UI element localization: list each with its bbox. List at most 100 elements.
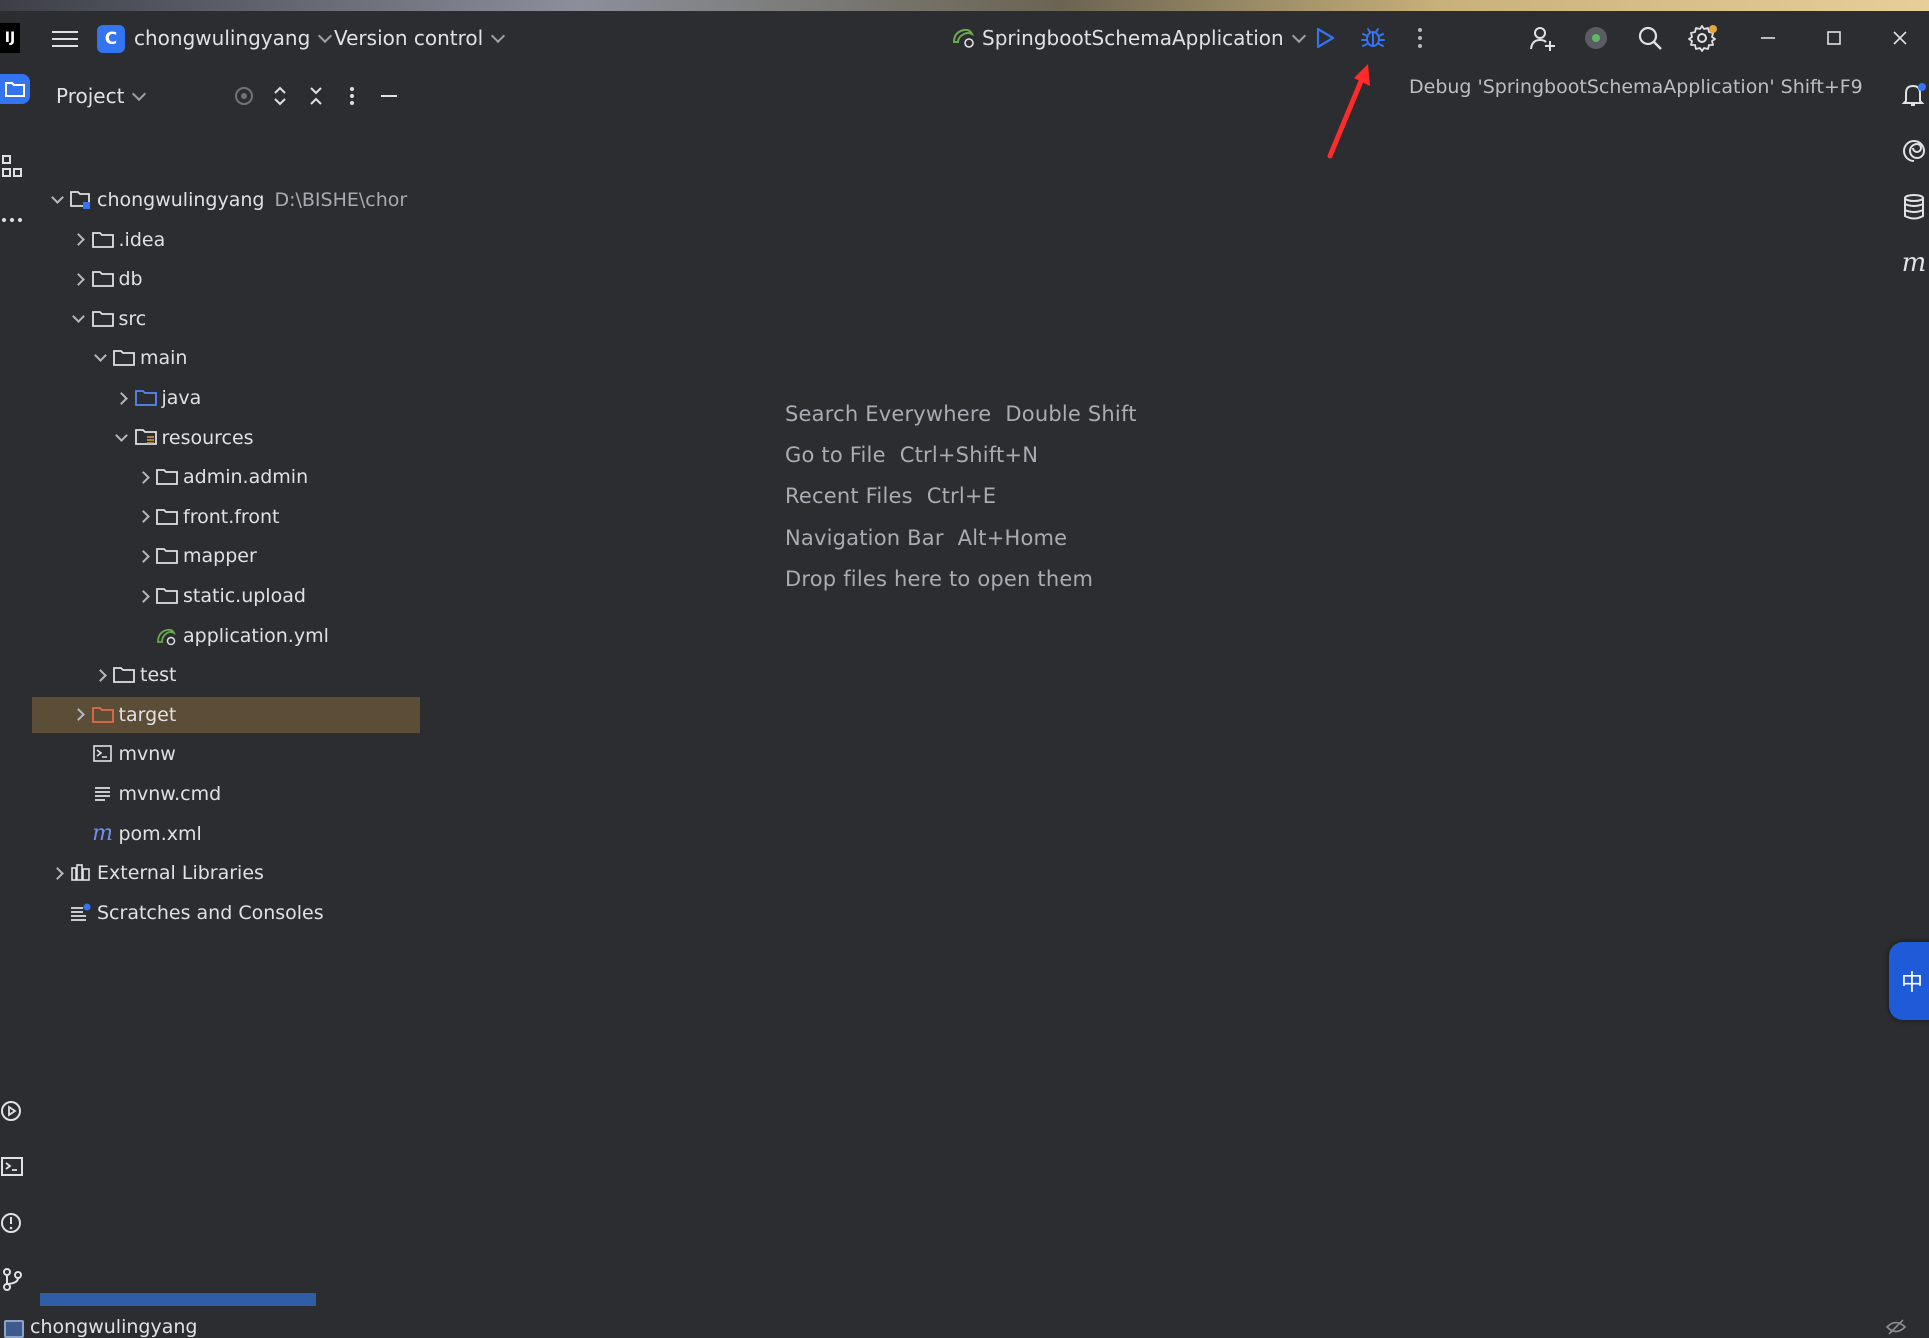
chevron-right-icon[interactable] xyxy=(50,866,64,880)
collapse-all-button[interactable] xyxy=(304,84,328,108)
chevron-right-icon[interactable] xyxy=(136,510,150,524)
tree-item-label: pom.xml xyxy=(118,822,202,845)
folder-icon xyxy=(156,546,178,566)
expand-all-icon xyxy=(274,86,286,106)
problems-icon xyxy=(1,1213,21,1233)
panel-options-button[interactable] xyxy=(342,84,362,108)
chevron-right-icon[interactable] xyxy=(93,668,107,682)
tree-row-resources[interactable]: resources xyxy=(32,420,421,456)
status-project-name[interactable]: chongwulingyang xyxy=(30,1316,197,1338)
tree-item-label: chongwulingyang xyxy=(97,189,265,211)
close-window-button[interactable] xyxy=(1887,25,1913,51)
chevron-right-icon[interactable] xyxy=(136,589,150,603)
eye-off-icon[interactable] xyxy=(1886,1318,1906,1336)
chevron-down-icon[interactable] xyxy=(50,193,64,207)
tree-row-mvnw-cmd[interactable]: mvnw.cmd xyxy=(32,776,421,812)
version-control-label: Version control xyxy=(334,26,484,50)
tree-row-src[interactable]: src xyxy=(32,301,421,337)
run-configuration-selector[interactable]: SpringbootSchemaApplication xyxy=(950,26,1306,50)
ai-chat-button[interactable] xyxy=(1899,136,1929,166)
right-tool-window-bar: m xyxy=(1885,66,1929,1338)
tree-row-db[interactable]: db xyxy=(32,261,421,297)
hide-panel-button[interactable] xyxy=(378,84,400,108)
tree-item-path: D:\BISHE\chor xyxy=(274,189,408,211)
structure-tool-button[interactable] xyxy=(0,152,26,182)
version-control-menu[interactable]: Version control xyxy=(334,26,506,50)
chevron-down-icon[interactable] xyxy=(93,351,107,365)
more-actions-button[interactable] xyxy=(1410,24,1430,52)
spring-boot-icon xyxy=(952,28,974,48)
settings-button[interactable] xyxy=(1687,22,1719,54)
tree-row-idea[interactable]: .idea xyxy=(32,222,421,258)
tree-row-target[interactable]: target xyxy=(32,696,420,733)
tree-row-main[interactable]: main xyxy=(32,340,421,376)
minimize-window-button[interactable] xyxy=(1755,25,1781,51)
main-menu-button[interactable] xyxy=(52,26,78,50)
search-everywhere-button[interactable] xyxy=(1635,23,1665,53)
text-file-icon xyxy=(92,784,114,804)
chevron-down-icon[interactable] xyxy=(115,431,129,445)
tree-item-label: target xyxy=(118,703,177,726)
chevron-right-icon[interactable] xyxy=(115,391,129,405)
tree-row-mapper[interactable]: mapper xyxy=(32,538,421,574)
tree-item-label: test xyxy=(140,664,177,687)
tree-row-test[interactable]: test xyxy=(32,657,421,693)
run-config-label: SpringbootSchemaApplication xyxy=(982,26,1284,50)
problems-tool-button[interactable] xyxy=(0,1208,26,1238)
gear-icon xyxy=(1688,25,1717,52)
project-badge-icon[interactable]: C xyxy=(97,25,125,53)
tree-row-front-front[interactable]: front.front xyxy=(32,499,421,535)
tree-item-label: mvnw.cmd xyxy=(118,783,222,805)
tree-item-label: main xyxy=(140,347,188,370)
project-view-selector[interactable]: Project xyxy=(56,84,147,108)
chevron-right-icon[interactable] xyxy=(72,233,86,247)
spiral-icon xyxy=(1903,140,1926,162)
tree-row-scratches-and-consoles[interactable]: Scratches and Consoles xyxy=(32,895,421,931)
tree-row-admin-admin[interactable]: admin.admin xyxy=(32,459,421,495)
tree-row-static-upload[interactable]: static.upload xyxy=(32,578,421,614)
more-vertical-icon xyxy=(1418,28,1422,48)
select-opened-file-button[interactable] xyxy=(232,84,256,108)
ai-assistant-button[interactable] xyxy=(1582,23,1612,53)
folder-icon xyxy=(156,507,178,527)
terminal-icon xyxy=(1,1157,23,1176)
folder-icon xyxy=(91,269,114,289)
chevron-right-icon[interactable] xyxy=(72,708,86,722)
minimize-icon xyxy=(1761,37,1775,39)
project-switcher[interactable]: chongwulingyang xyxy=(134,26,333,50)
ime-language-indicator[interactable]: 中 xyxy=(1889,942,1929,1020)
services-icon xyxy=(1,1101,21,1121)
chevron-right-icon[interactable] xyxy=(72,272,86,286)
hint-action: Navigation Bar xyxy=(785,526,944,550)
git-tool-button[interactable] xyxy=(0,1264,26,1294)
project-tool-button[interactable] xyxy=(0,74,30,104)
tree-row-pom-xml[interactable]: m pom.xml xyxy=(32,816,421,852)
folder-icon xyxy=(91,309,114,329)
chevron-right-icon[interactable] xyxy=(136,470,150,484)
more-tools-button[interactable] xyxy=(0,210,26,230)
spring-config-icon xyxy=(156,626,178,646)
chevron-right-icon[interactable] xyxy=(136,549,150,563)
run-button[interactable] xyxy=(1312,24,1338,52)
services-tool-button[interactable] xyxy=(0,1096,26,1126)
debug-button[interactable] xyxy=(1359,24,1387,52)
hint-shortcut: Double Shift xyxy=(1005,402,1137,426)
chevron-down-icon[interactable] xyxy=(72,312,86,326)
terminal-tool-button[interactable] xyxy=(0,1152,26,1182)
tree-item-label: resources xyxy=(161,426,254,449)
assistant-status-icon xyxy=(1585,27,1607,49)
editor-hint: Go to File Ctrl+Shift+N xyxy=(785,443,1038,467)
tree-row-chongwulingyang[interactable]: chongwulingyang D:\BISHE\chor xyxy=(32,182,421,218)
tree-row-application-yml[interactable]: application.yml xyxy=(32,618,421,654)
tree-row-mvnw[interactable]: mvnw xyxy=(32,736,421,772)
tree-row-java[interactable]: java xyxy=(32,380,421,416)
notifications-button[interactable] xyxy=(1899,80,1929,110)
database-button[interactable] xyxy=(1899,192,1929,222)
tree-row-external-libraries[interactable]: External Libraries xyxy=(32,855,421,891)
maven-button[interactable]: m xyxy=(1899,248,1929,278)
tree-item-label: java xyxy=(161,387,202,409)
expand-all-button[interactable] xyxy=(268,84,292,108)
maximize-window-button[interactable] xyxy=(1821,25,1847,51)
code-with-me-button[interactable] xyxy=(1528,23,1558,53)
editor-hint: Navigation Bar Alt+Home xyxy=(785,526,1067,550)
